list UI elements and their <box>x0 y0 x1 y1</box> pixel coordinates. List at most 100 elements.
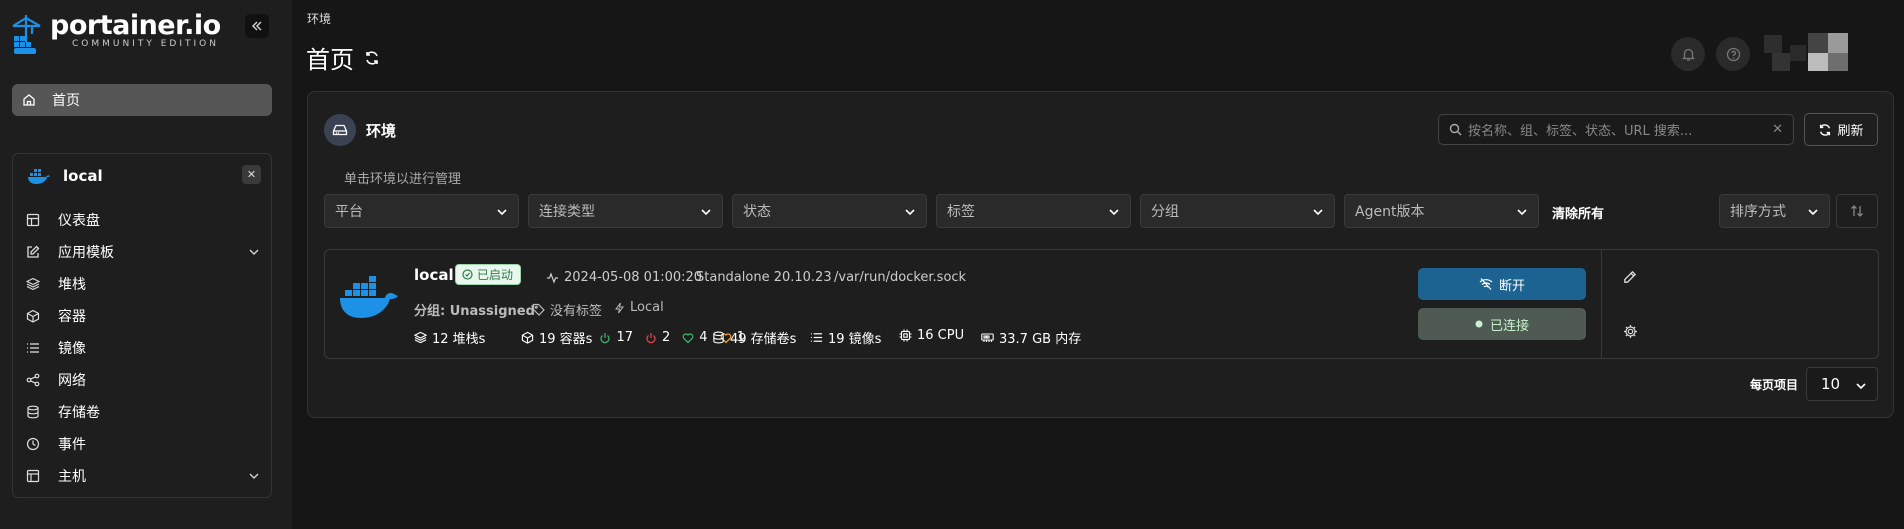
environment-location: Local <box>614 300 664 315</box>
disconnect-label: 断开 <box>1498 278 1525 294</box>
sidebar-item-app-templates[interactable]: 应用模板 <box>26 236 262 268</box>
collapse-sidebar-button[interactable] <box>245 14 269 38</box>
refresh-icon[interactable] <box>364 50 380 66</box>
avatar-pixel-icon <box>1764 33 1848 71</box>
sidebar-item-events[interactable]: 事件 <box>26 428 262 460</box>
stat-stacks: 12 堆栈s <box>414 328 485 347</box>
search-icon <box>1449 123 1462 136</box>
panel-title: 环境 <box>366 122 397 140</box>
status-text: 已启动 <box>477 268 514 282</box>
sort-order-button[interactable] <box>1836 194 1878 228</box>
filter-label: 标签 <box>947 204 975 220</box>
environment-panel: local ✕ 仪表盘 应用模板 堆栈 容器 镜像 网络 存储卷 事件 主机 <box>12 153 272 498</box>
portainer-logo[interactable]: portainer.io COMMUNITY EDITION <box>10 12 221 56</box>
logo-title: portainer.io <box>50 10 221 41</box>
filter-agent-version[interactable]: Agent版本 <box>1344 194 1539 228</box>
filter-status[interactable]: 状态 <box>732 194 927 228</box>
page-title: 首页 <box>306 40 380 75</box>
power-icon <box>600 332 611 343</box>
list-icon <box>27 343 39 353</box>
sidebar-item-label: 事件 <box>58 437 86 453</box>
search-placeholder: 按名称、组、标签、状态、URL 搜索... <box>1468 124 1693 139</box>
filter-group[interactable]: 分组 <box>1140 194 1335 228</box>
zap-icon <box>615 302 624 313</box>
environment-card[interactable]: local 已启动 2024-05-08 01:00:20 Standalone… <box>324 249 1879 359</box>
database-icon <box>27 405 39 419</box>
logo-subtitle: COMMUNITY EDITION <box>72 39 219 49</box>
filter-tags[interactable]: 标签 <box>936 194 1131 228</box>
sidebar-item-label: 仪表盘 <box>58 213 100 229</box>
stat-images: 19 镜像s <box>810 328 881 347</box>
environment-settings-button[interactable] <box>1620 321 1640 341</box>
layers-icon <box>26 277 40 291</box>
filter-label: Agent版本 <box>1355 204 1425 220</box>
sidebar-item-volumes[interactable]: 存储卷 <box>26 396 262 428</box>
heart-icon <box>682 332 694 343</box>
chevron-down-icon <box>1313 209 1323 216</box>
share-icon <box>26 373 40 387</box>
volumes-count: 49 存储卷s <box>730 332 797 347</box>
images-count: 19 镜像s <box>828 332 882 347</box>
power-off-icon <box>646 332 656 343</box>
environment-group: 分组: Unassigned <box>414 300 535 319</box>
sort-by-select[interactable]: 排序方式 <box>1719 194 1830 228</box>
search-input[interactable]: 按名称、组、标签、状态、URL 搜索... ✕ <box>1438 114 1794 145</box>
environment-type-text: Standalone 20.10.23 <box>696 270 832 285</box>
environments-panel: 环境 按名称、组、标签、状态、URL 搜索... ✕ 刷新 单击环境以进行管理 … <box>307 91 1894 418</box>
home-icon <box>23 94 35 106</box>
edit-environment-button[interactable] <box>1620 267 1640 287</box>
tag-icon <box>532 303 545 316</box>
docker-icon <box>28 168 50 184</box>
cpu-icon <box>899 329 912 342</box>
close-environment-button[interactable]: ✕ <box>242 165 261 184</box>
sidebar-item-label: 首页 <box>52 93 80 109</box>
sidebar-item-networks[interactable]: 网络 <box>26 364 262 396</box>
hint-text: 单击环境以进行管理 <box>344 172 462 187</box>
chevron-down-icon <box>249 473 259 480</box>
help-button[interactable] <box>1716 37 1750 71</box>
bell-icon <box>1681 48 1695 61</box>
sidebar-item-host[interactable]: 主机 <box>26 460 262 492</box>
chevron-down-icon <box>701 209 711 216</box>
per-page-select[interactable]: 10 <box>1806 367 1878 401</box>
stat-stopped: 2 <box>645 330 670 345</box>
connected-label: 已连接 <box>1489 318 1529 334</box>
memory-icon <box>981 333 994 342</box>
sidebar-item-label: 应用模板 <box>58 245 114 261</box>
breadcrumb[interactable]: 环境 <box>307 10 331 27</box>
docker-logo-icon <box>340 276 398 318</box>
disconnect-button[interactable]: 断开 <box>1418 268 1586 300</box>
environment-tags: 没有标签 <box>532 300 602 319</box>
stat-cpu: 16 CPU <box>899 328 964 343</box>
filter-connection-type[interactable]: 连接类型 <box>528 194 723 228</box>
check-circle-icon <box>462 269 473 280</box>
pencil-icon <box>1624 270 1637 283</box>
heartbeat-timestamp: 2024-05-08 01:00:20 <box>546 270 702 285</box>
chevron-down-icon <box>1856 383 1866 390</box>
status-badge: 已启动 <box>455 264 522 285</box>
chevron-down-icon <box>249 249 259 256</box>
user-avatar[interactable] <box>1764 31 1860 75</box>
card-actions-separator <box>1602 304 1879 305</box>
clock-icon <box>26 437 40 451</box>
sidebar-item-images[interactable]: 镜像 <box>26 332 262 364</box>
stat-running: 17 <box>599 330 633 345</box>
notifications-button[interactable] <box>1671 37 1705 71</box>
sidebar-item-home[interactable]: 首页 <box>12 84 272 116</box>
refresh-button[interactable]: 刷新 <box>1804 113 1878 146</box>
per-page-label: 每页项目 <box>1750 378 1799 392</box>
gear-icon <box>1623 324 1637 338</box>
portainer-crane-icon <box>12 15 41 54</box>
status-dot-icon <box>1475 320 1483 328</box>
sidebar-item-dashboard[interactable]: 仪表盘 <box>26 204 262 236</box>
clear-search-icon[interactable]: ✕ <box>1772 122 1783 137</box>
sidebar-item-label: 存储卷 <box>58 405 100 421</box>
per-page-value: 10 <box>1821 375 1841 393</box>
clear-all-button[interactable]: 清除所有 <box>1552 203 1604 222</box>
sidebar-item-containers[interactable]: 容器 <box>26 300 262 332</box>
wifi-off-icon <box>1479 278 1493 290</box>
connected-button[interactable]: 已连接 <box>1418 308 1586 340</box>
sidebar-item-stacks[interactable]: 堆栈 <box>26 268 262 300</box>
location-text: Local <box>630 300 664 315</box>
filter-platform[interactable]: 平台 <box>324 194 519 228</box>
